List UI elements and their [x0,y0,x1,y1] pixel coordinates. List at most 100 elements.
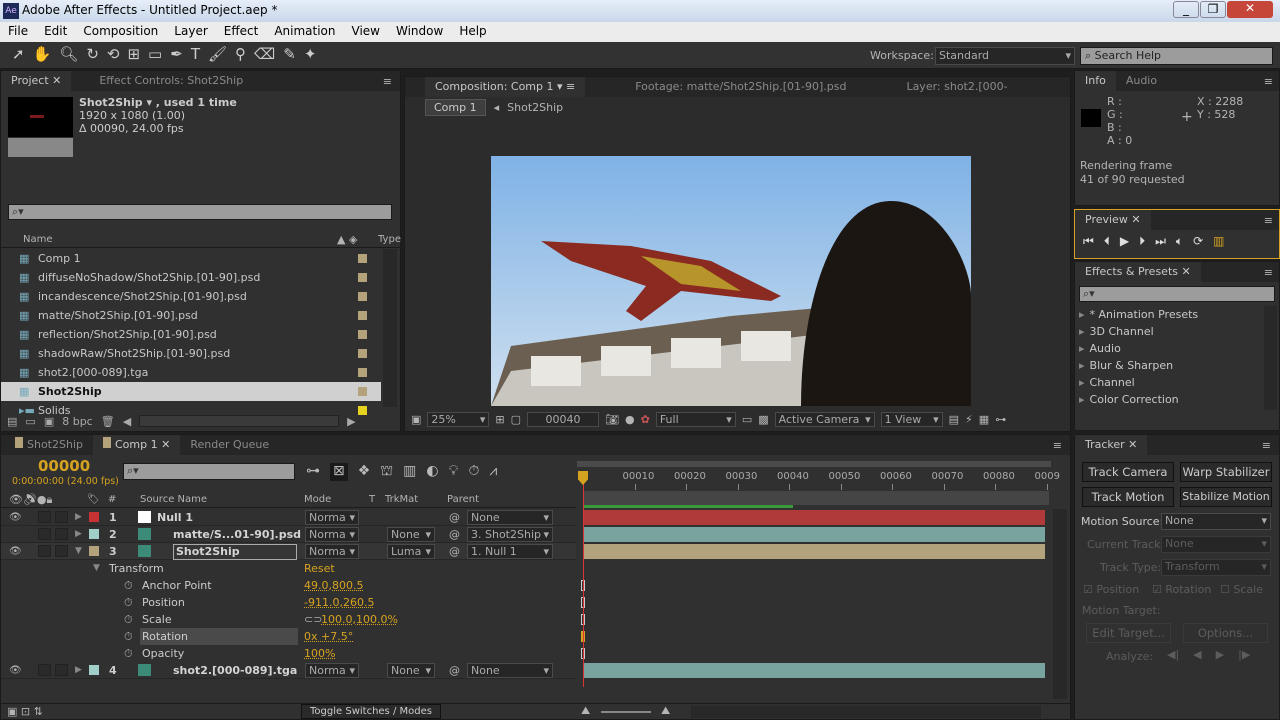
tab-footage[interactable]: Footage: matte/Shot2Ship.[01-90].psd [625,77,856,97]
timeline-search-input[interactable]: ⌕▾ [123,463,295,480]
scroll-left-icon[interactable]: ◀ [123,415,131,428]
project-search-input[interactable]: ⌕▾ [8,204,392,220]
label-color-swatch[interactable] [358,387,367,396]
label-color-swatch[interactable] [358,311,367,320]
menu-layer[interactable]: Layer [166,22,215,42]
transparency-grid-icon[interactable]: ▩ [758,413,768,426]
toggle-switches-modes-button[interactable]: Toggle Switches / Modes [301,704,441,719]
tab-effects-presets[interactable]: Effects & Presets ✕ [1075,262,1201,282]
stabilize-motion-button[interactable]: Stabilize Motion [1180,487,1272,507]
brainstorm-icon[interactable]: 💡︎ [449,463,459,481]
label-color-swatch[interactable] [358,368,367,377]
effects-category[interactable]: ▸ Channel [1079,374,1259,391]
col-num[interactable]: # [108,492,116,508]
track-matte-dropdown[interactable]: None ▾ [387,663,435,678]
lock-switch[interactable] [55,664,68,676]
selection-tool-icon[interactable]: ➚ [12,45,25,63]
mask-visibility-icon[interactable]: ▢ [511,413,521,426]
visibility-eye-icon[interactable]: 👁︎ [9,543,22,560]
col-mode[interactable]: Mode [304,492,331,508]
expand-triangle-icon[interactable]: ▸ [1079,325,1085,338]
label-color-swatch[interactable] [89,665,99,675]
layer-duration-bar[interactable] [583,510,1045,525]
expand-triangle-icon[interactable]: ▶ [75,662,82,679]
tab-shot2ship[interactable]: Shot2Ship [1,435,93,455]
warp-stabilizer-button[interactable]: Warp Stabilizer [1180,462,1272,482]
col-parent[interactable]: Parent [447,492,479,508]
property-row[interactable]: ⏱ Rotation 0x +7.5° [1,628,576,645]
stopwatch-icon[interactable]: ⏱ [124,594,133,611]
analyze-backward-one-icon[interactable]: ◀| [1167,648,1179,661]
zoom-slider[interactable] [601,711,651,713]
property-row[interactable]: ⏱ Anchor Point 49.0,800.5 [1,577,576,594]
mute-audio-icon[interactable]: 🔈︎ [1176,234,1183,249]
expand-triangle-icon[interactable]: ▸ [1079,308,1085,321]
parent-dropdown[interactable]: None ▾ [467,663,553,678]
show-snapshot-icon[interactable]: ● [625,413,635,426]
time-navigator[interactable] [583,491,1049,505]
menu-effect[interactable]: Effect [216,22,267,42]
project-item[interactable]: ▦ shot2.[000-089].tga [1,363,381,382]
property-value[interactable]: 100.0,100.0% [321,611,398,628]
solo-switch[interactable] [38,664,51,676]
brush-tool-icon[interactable]: 🖌︎ [208,45,227,63]
position-checkbox[interactable]: ☑ Position [1083,583,1139,596]
project-item[interactable]: ▦ shadowRaw/Shot2Ship.[01-90].psd [1,344,381,363]
next-frame-icon[interactable]: ⏵ [1139,234,1145,249]
layer-name[interactable]: matte/S...01-90].psd [173,526,301,543]
project-scrollbar[interactable] [383,249,397,407]
expand-triangle-icon[interactable]: ▸ [1079,376,1085,389]
tab-comp1[interactable]: Comp 1 ✕ [93,435,181,455]
motion-blur-icon[interactable]: ◐ [426,463,438,481]
snapshot-icon[interactable]: 📷︎ [605,413,619,426]
menu-view[interactable]: View [344,22,388,42]
layer-name[interactable]: Null 1 [157,509,193,526]
property-value[interactable]: -911.0,260.5 [304,594,374,611]
motion-source-dropdown[interactable]: None ▾ [1161,513,1271,530]
pen-tool-icon[interactable]: ✒ [170,45,183,63]
last-frame-icon[interactable]: ⏭ [1155,234,1166,249]
puppet-tool-icon[interactable]: ✦ [304,45,317,63]
expand-triangle-icon[interactable]: ▸ [1079,393,1085,406]
rectangle-tool-icon[interactable]: ▭ [148,45,162,63]
constrain-proportions-icon[interactable]: ⊂⊃ [304,611,322,628]
edit-target-button[interactable]: Edit Target... [1086,623,1171,643]
menu-animation[interactable]: Animation [266,22,343,42]
layer-mode-dropdown[interactable]: Norma ▾ [305,510,359,525]
property-row[interactable]: ⏱ Opacity 100% [1,645,576,662]
project-item[interactable]: ▦ reflection/Shot2Ship.[01-90].psd [1,325,381,344]
expand-triangle-icon[interactable]: ▸ [1079,342,1085,355]
lock-switch[interactable] [55,528,68,540]
ram-preview-icon[interactable]: ▥ [1213,234,1224,249]
stopwatch-icon[interactable]: ⏱ [124,611,133,628]
label-color-swatch[interactable] [89,546,99,556]
track-matte-dropdown[interactable]: None ▾ [387,527,435,542]
project-hscrollbar[interactable] [139,415,340,427]
solo-switch[interactable] [38,545,51,557]
pick-whip-icon[interactable]: @ [449,509,460,526]
resolution-dropdown[interactable]: Full ▾ [655,411,736,427]
camera-tool-icon[interactable]: ⟲ [107,45,120,63]
track-type-dropdown[interactable]: Transform ▾ [1161,559,1271,576]
auto-keyframe-icon[interactable]: ⏱ [468,463,479,481]
tab-info[interactable]: Info [1075,71,1116,91]
effects-category[interactable]: ▸ Audio [1079,340,1259,357]
label-color-swatch[interactable] [358,292,367,301]
collapse-triangle-icon[interactable]: ▼ [75,543,82,560]
tab-composition[interactable]: Composition: Comp 1 ▾ ≡ [425,77,586,97]
roto-brush-tool-icon[interactable]: ✎ [283,45,296,63]
effects-category[interactable]: ▸ Color Correction [1079,391,1259,408]
comp-mini-flowchart-icon[interactable]: ⊶ [306,463,320,481]
analyze-backward-icon[interactable]: ◀ [1193,648,1201,661]
stopwatch-icon[interactable]: ⏱ [124,628,133,645]
stopwatch-icon[interactable]: ⏱ [124,645,133,662]
label-color-swatch[interactable] [358,330,367,339]
current-time-indicator[interactable] [583,471,584,687]
tab-render-queue[interactable]: Render Queue [180,435,279,455]
layer-row[interactable]: 👁︎ ▼ 3 Shot2Ship Norma ▾ Luma ▾ @1. Null 1 ▾ [1,543,576,560]
col-name[interactable]: Name [23,231,53,248]
tab-audio[interactable]: Audio [1116,71,1167,91]
label-color-swatch[interactable] [358,273,367,282]
project-item[interactable]: ▦ Shot2Ship [1,382,381,401]
project-item[interactable]: ▦ matte/Shot2Ship.[01-90].psd [1,306,381,325]
